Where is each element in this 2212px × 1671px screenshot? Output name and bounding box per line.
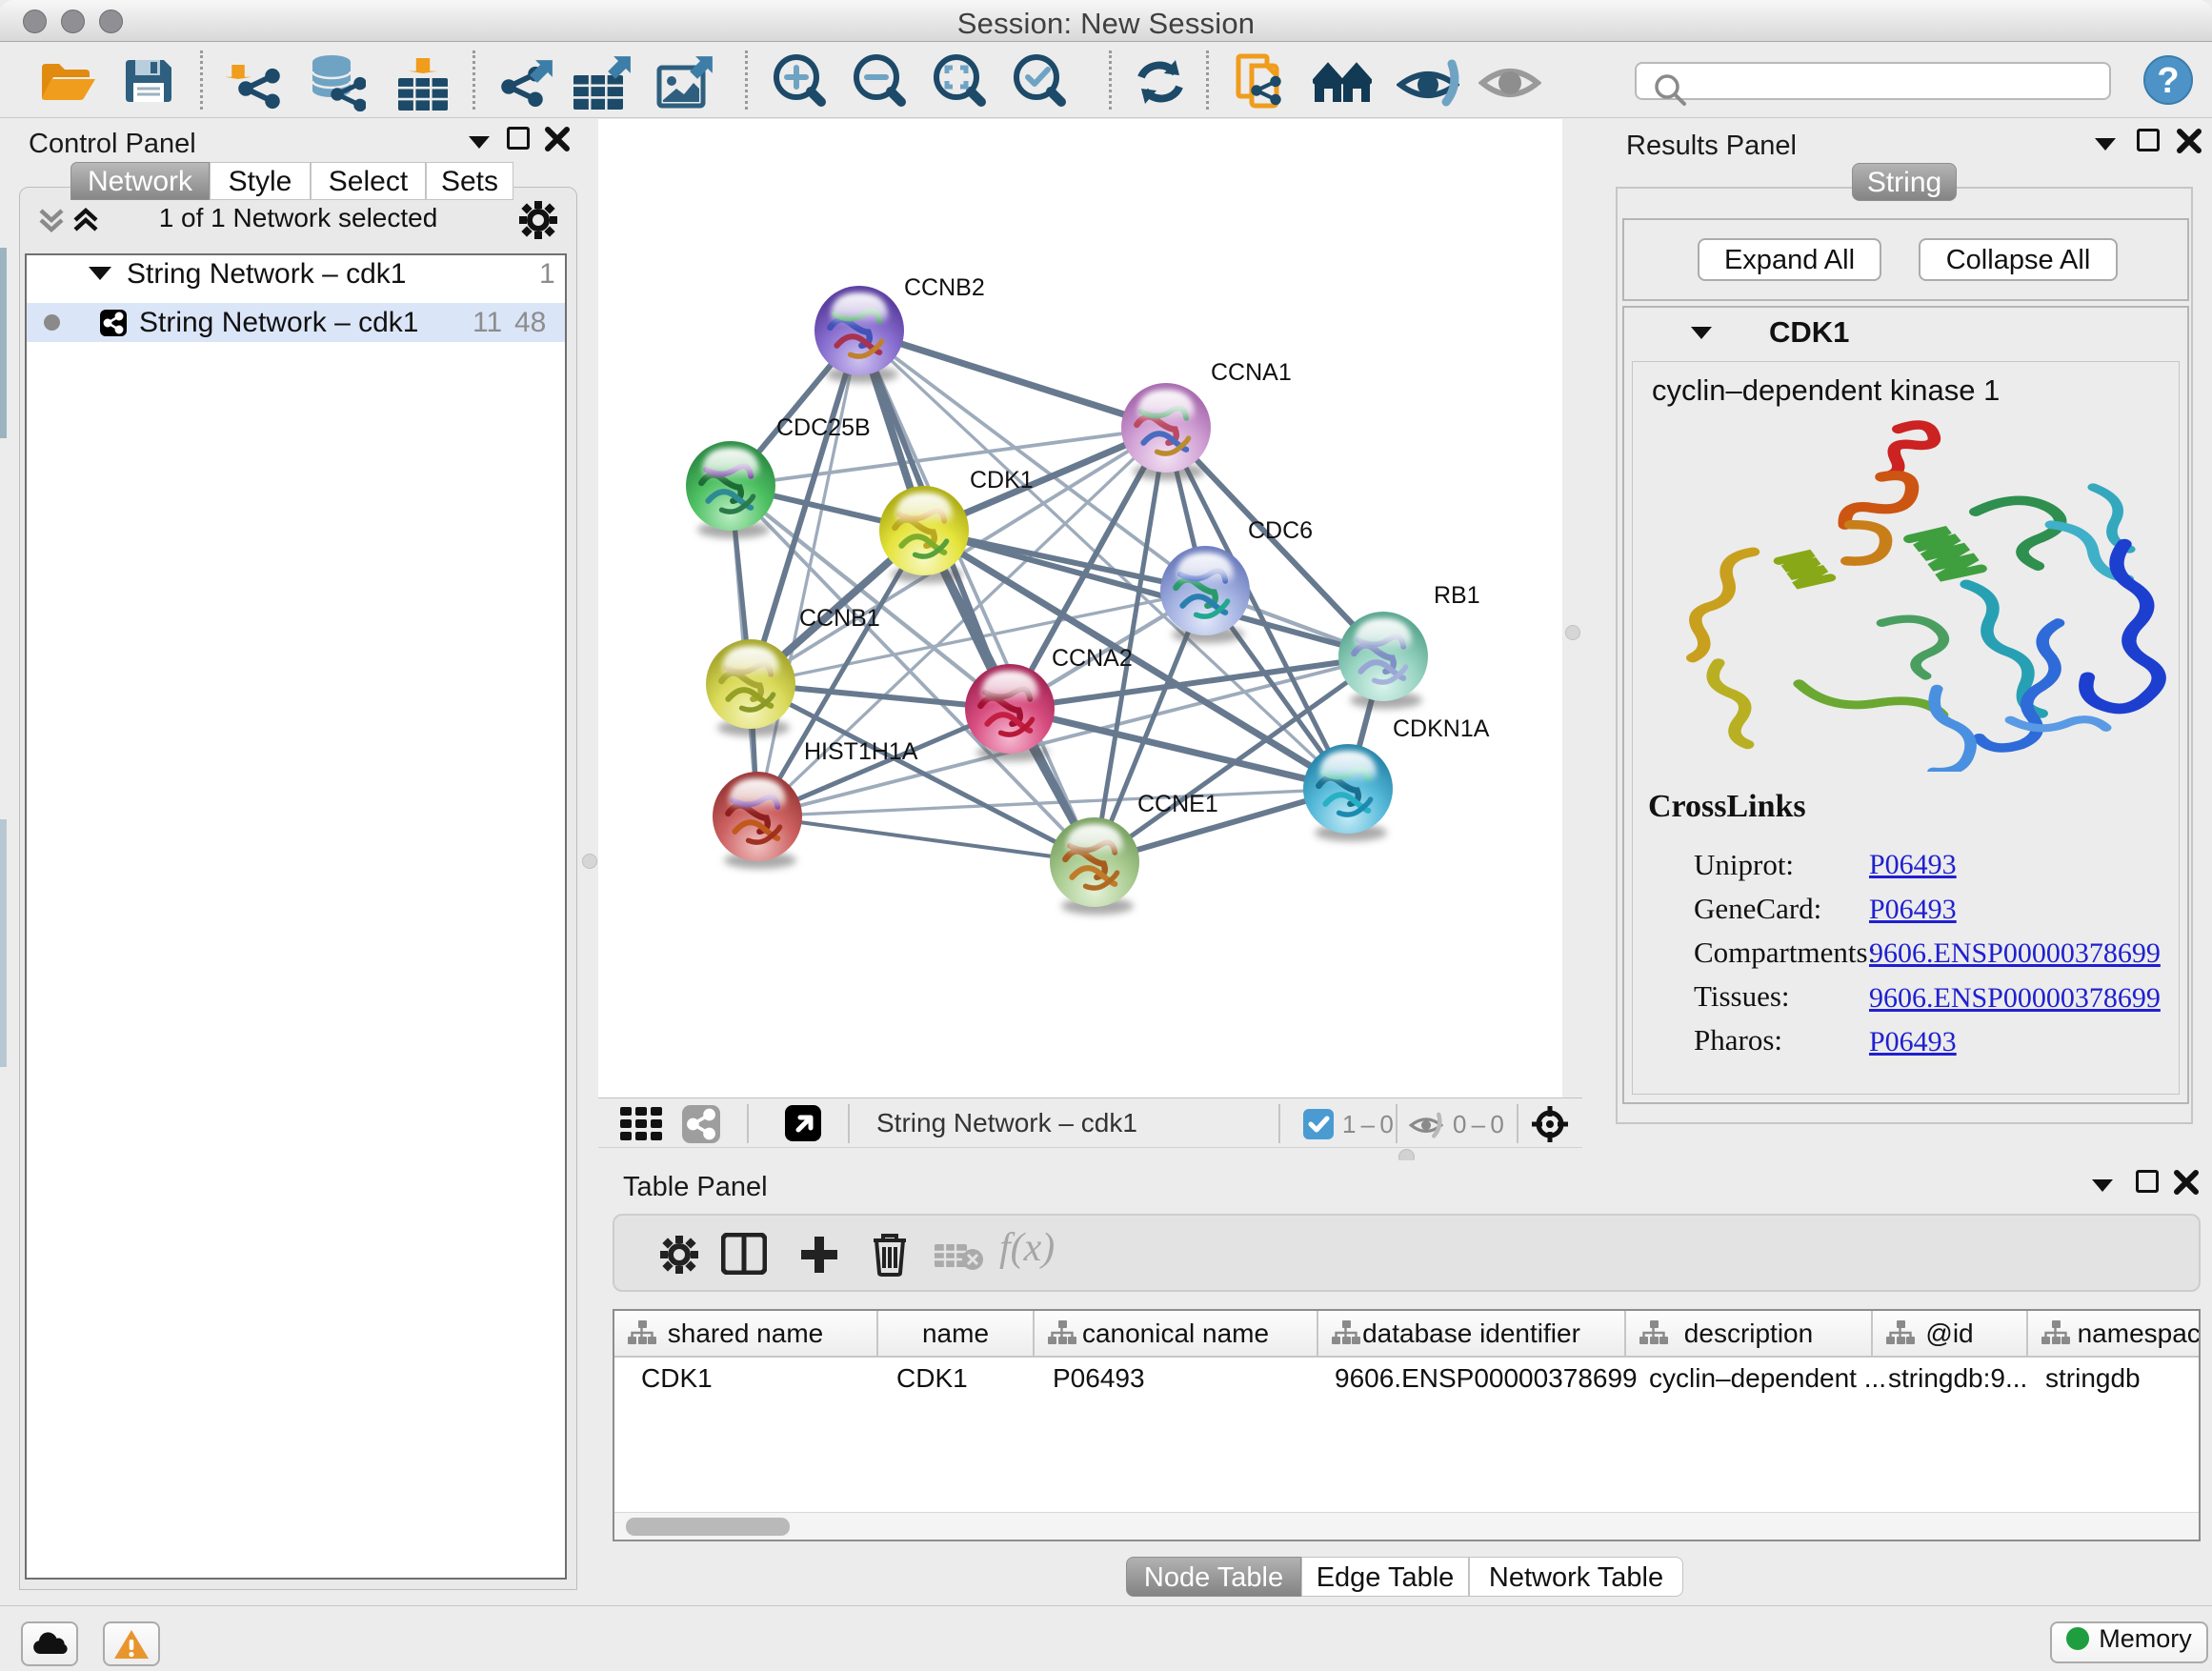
svg-text:RB1: RB1 — [1434, 582, 1480, 609]
svg-text:CCNB1: CCNB1 — [799, 605, 880, 632]
svg-text:CDK1: CDK1 — [970, 467, 1034, 493]
svg-text:CCNA1: CCNA1 — [1211, 359, 1292, 386]
svg-text:CCNE1: CCNE1 — [1137, 791, 1218, 817]
svg-text:CDC25B: CDC25B — [776, 414, 871, 441]
svg-text:CDKN1A: CDKN1A — [1393, 715, 1490, 742]
svg-text:?: ? — [2157, 61, 2179, 101]
svg-text:HIST1H1A: HIST1H1A — [804, 738, 918, 765]
svg-text:CCNA2: CCNA2 — [1052, 645, 1133, 672]
svg-text:CCNB2: CCNB2 — [904, 274, 985, 301]
svg-text:CDC6: CDC6 — [1248, 517, 1313, 544]
